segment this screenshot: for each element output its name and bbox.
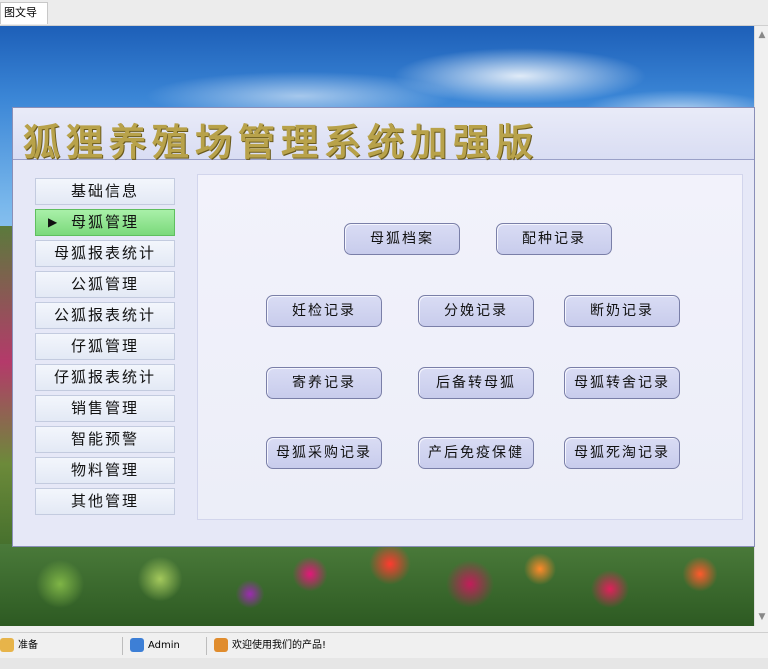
user-icon — [0, 638, 14, 652]
status-ready: 准备 — [0, 637, 38, 655]
breeding-record-button[interactable]: 配种记录 — [496, 223, 612, 255]
sidebar-item-basic-info[interactable]: 基础信息 — [35, 178, 175, 205]
main-panel: 狐狸养殖场管理系统加强版 基础信息 母狐管理 母狐报表统计 公狐管理 公狐报表统… — [12, 107, 755, 547]
sidebar-item-other[interactable]: 其他管理 — [35, 488, 175, 515]
function-area: 母狐档案 配种记录 妊检记录 分娩记录 断奶记录 寄养记录 后备转母狐 母狐转舍… — [197, 174, 743, 520]
pregnancy-check-button[interactable]: 妊检记录 — [266, 295, 382, 327]
sow-purchase-button[interactable]: 母狐采购记录 — [266, 437, 382, 469]
sow-transfer-button[interactable]: 母狐转舍记录 — [564, 367, 680, 399]
sidebar-item-sow-fox[interactable]: 母狐管理 — [35, 209, 175, 236]
flower-field — [0, 544, 754, 626]
user-avatar-icon — [130, 638, 144, 652]
title-banner: 狐狸养殖场管理系统加强版 — [13, 108, 754, 164]
scroll-up-arrow-icon[interactable]: ▲ — [755, 28, 768, 42]
reserve-to-sow-button[interactable]: 后备转母狐 — [418, 367, 534, 399]
tab-bar: 图文导航 — [0, 0, 768, 39]
sidebar-item-male-fox[interactable]: 公狐管理 — [35, 271, 175, 298]
bottom-strip — [0, 658, 768, 669]
sidebar-menu: 基础信息 母狐管理 母狐报表统计 公狐管理 公狐报表统计 仔狐管理 仔狐报表统计… — [35, 178, 175, 519]
sidebar-item-sales[interactable]: 销售管理 — [35, 395, 175, 422]
sidebar-item-sow-report[interactable]: 母狐报表统计 — [35, 240, 175, 267]
scroll-down-arrow-icon[interactable]: ▼ — [755, 610, 768, 624]
sow-death-cull-button[interactable]: 母狐死淘记录 — [564, 437, 680, 469]
status-user: Admin — [130, 637, 180, 655]
sow-archive-button[interactable]: 母狐档案 — [344, 223, 460, 255]
tab-graphic-nav[interactable]: 图文导航 — [0, 2, 48, 39]
fostering-record-button[interactable]: 寄养记录 — [266, 367, 382, 399]
status-separator — [206, 637, 207, 655]
delivery-record-button[interactable]: 分娩记录 — [418, 295, 534, 327]
sidebar-item-cub-fox[interactable]: 仔狐管理 — [35, 333, 175, 360]
sidebar-item-smart-alert[interactable]: 智能预警 — [35, 426, 175, 453]
sidebar-item-cub-report[interactable]: 仔狐报表统计 — [35, 364, 175, 391]
status-bar: 准备 Admin 欢迎使用我们的产品! — [0, 632, 768, 658]
user-group-icon — [214, 638, 228, 652]
status-separator — [122, 637, 123, 655]
weaning-record-button[interactable]: 断奶记录 — [564, 295, 680, 327]
status-welcome: 欢迎使用我们的产品! — [214, 637, 326, 655]
app-title: 狐狸养殖场管理系统加强版 — [23, 120, 539, 164]
postpartum-immunity-button[interactable]: 产后免疫保健 — [418, 437, 534, 469]
sidebar-item-materials[interactable]: 物料管理 — [35, 457, 175, 484]
vertical-scrollbar[interactable]: ▲ ▼ — [754, 26, 768, 626]
sidebar-item-male-report[interactable]: 公狐报表统计 — [35, 302, 175, 329]
